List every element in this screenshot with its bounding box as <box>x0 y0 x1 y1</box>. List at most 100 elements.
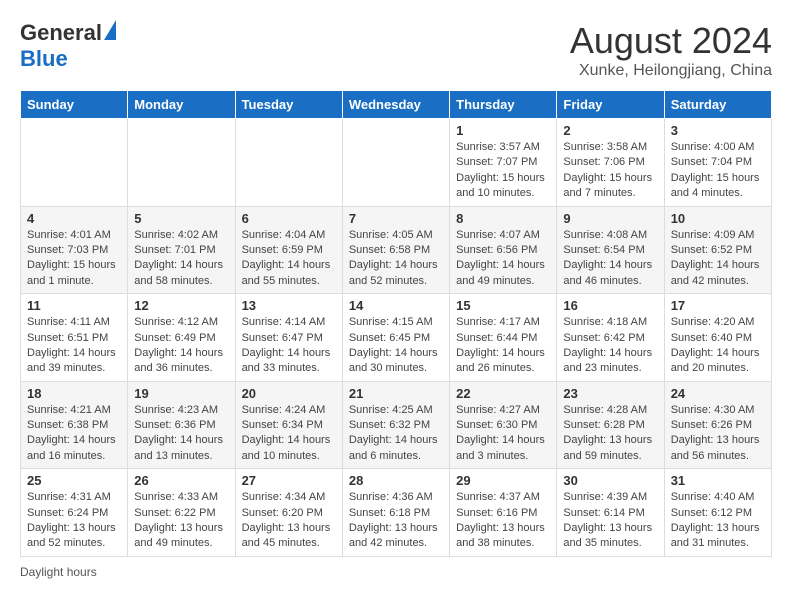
calendar-cell: 31 Sunrise: 4:40 AM Sunset: 6:12 PM Dayli… <box>664 469 771 557</box>
logo-blue-text: Blue <box>20 46 68 72</box>
day-header-wednesday: Wednesday <box>342 91 449 119</box>
calendar-cell: 22Sunrise: 4:27 AM Sunset: 6:30 PM Dayli… <box>450 381 557 469</box>
calendar-cell: 28Sunrise: 4:36 AM Sunset: 6:18 PM Dayli… <box>342 469 449 557</box>
day-number: 10 <box>671 211 765 226</box>
day-number: 4 <box>27 211 121 226</box>
day-number: 15 <box>456 298 550 313</box>
footer: Daylight hours <box>20 565 772 579</box>
day-info: Sunrise: 4:05 AM Sunset: 6:58 PM Dayligh… <box>349 228 443 290</box>
day-number: 16 <box>563 298 657 313</box>
day-info: Sunrise: 4:09 AM Sunset: 6:52 PM Dayligh… <box>671 228 765 290</box>
day-number: 2 <box>563 123 657 138</box>
day-number: 7 <box>349 211 443 226</box>
day-info: Sunrise: 4:11 AM Sunset: 6:51 PM Dayligh… <box>27 315 121 377</box>
calendar-week-row: 11 Sunrise: 4:11 AM Sunset: 6:51 PM Dayli… <box>21 294 772 382</box>
day-number: 1 <box>456 123 550 138</box>
day-number: 6 <box>242 211 336 226</box>
calendar-cell: 24 Sunrise: 4:30 AM Sunset: 6:26 PM Dayli… <box>664 381 771 469</box>
logo: General Blue <box>20 20 116 72</box>
day-header-tuesday: Tuesday <box>235 91 342 119</box>
day-info: Sunrise: 4:39 AM Sunset: 6:14 PM Dayligh… <box>563 490 657 552</box>
day-number: 18 <box>27 386 121 401</box>
day-number: 29 <box>456 473 550 488</box>
calendar-cell: 21 Sunrise: 4:25 AM Sunset: 6:32 PM Dayli… <box>342 381 449 469</box>
day-info: Sunrise: 4:21 AM Sunset: 6:38 PM Dayligh… <box>27 403 121 465</box>
calendar-cell: 26Sunrise: 4:33 AM Sunset: 6:22 PM Dayli… <box>128 469 235 557</box>
day-info: Sunrise: 4:17 AM Sunset: 6:44 PM Dayligh… <box>456 315 550 377</box>
day-info: Sunrise: 4:24 AM Sunset: 6:34 PM Dayligh… <box>242 403 336 465</box>
calendar-cell <box>235 119 342 207</box>
day-header-thursday: Thursday <box>450 91 557 119</box>
day-info: Sunrise: 4:40 AM Sunset: 6:12 PM Dayligh… <box>671 490 765 552</box>
calendar-week-row: 1 Sunrise: 3:57 AM Sunset: 7:07 PM Daylig… <box>21 119 772 207</box>
day-header-saturday: Saturday <box>664 91 771 119</box>
calendar-cell: 30 Sunrise: 4:39 AM Sunset: 6:14 PM Dayli… <box>557 469 664 557</box>
day-info: Sunrise: 3:58 AM Sunset: 7:06 PM Dayligh… <box>563 140 657 202</box>
day-info: Sunrise: 4:18 AM Sunset: 6:42 PM Dayligh… <box>563 315 657 377</box>
day-info: Sunrise: 4:04 AM Sunset: 6:59 PM Dayligh… <box>242 228 336 290</box>
calendar-cell: 23Sunrise: 4:28 AM Sunset: 6:28 PM Dayli… <box>557 381 664 469</box>
day-info: Sunrise: 4:00 AM Sunset: 7:04 PM Dayligh… <box>671 140 765 202</box>
calendar-cell: 19 Sunrise: 4:23 AM Sunset: 6:36 PM Dayli… <box>128 381 235 469</box>
day-info: Sunrise: 4:33 AM Sunset: 6:22 PM Dayligh… <box>134 490 228 552</box>
day-info: Sunrise: 4:14 AM Sunset: 6:47 PM Dayligh… <box>242 315 336 377</box>
day-info: Sunrise: 4:07 AM Sunset: 6:56 PM Dayligh… <box>456 228 550 290</box>
day-number: 9 <box>563 211 657 226</box>
calendar-cell: 8 Sunrise: 4:07 AM Sunset: 6:56 PM Daylig… <box>450 206 557 294</box>
page-header: General Blue August 2024 Xunke, Heilongj… <box>20 20 772 80</box>
day-number: 21 <box>349 386 443 401</box>
day-info: Sunrise: 4:30 AM Sunset: 6:26 PM Dayligh… <box>671 403 765 465</box>
day-number: 13 <box>242 298 336 313</box>
day-number: 25 <box>27 473 121 488</box>
calendar-cell: 10 Sunrise: 4:09 AM Sunset: 6:52 PM Dayli… <box>664 206 771 294</box>
month-title: August 2024 <box>570 20 772 62</box>
day-info: Sunrise: 4:25 AM Sunset: 6:32 PM Dayligh… <box>349 403 443 465</box>
day-number: 5 <box>134 211 228 226</box>
calendar-cell: 20Sunrise: 4:24 AM Sunset: 6:34 PM Dayli… <box>235 381 342 469</box>
calendar-cell: 25 Sunrise: 4:31 AM Sunset: 6:24 PM Dayli… <box>21 469 128 557</box>
day-number: 24 <box>671 386 765 401</box>
calendar-cell: 4 Sunrise: 4:01 AM Sunset: 7:03 PM Daylig… <box>21 206 128 294</box>
calendar-cell: 27Sunrise: 4:34 AM Sunset: 6:20 PM Dayli… <box>235 469 342 557</box>
day-info: Sunrise: 4:31 AM Sunset: 6:24 PM Dayligh… <box>27 490 121 552</box>
calendar-cell: 9 Sunrise: 4:08 AM Sunset: 6:54 PM Daylig… <box>557 206 664 294</box>
day-info: Sunrise: 4:37 AM Sunset: 6:16 PM Dayligh… <box>456 490 550 552</box>
logo-general-text: General <box>20 20 102 46</box>
calendar-cell: 3Sunrise: 4:00 AM Sunset: 7:04 PM Daylig… <box>664 119 771 207</box>
day-number: 30 <box>563 473 657 488</box>
day-number: 31 <box>671 473 765 488</box>
day-number: 14 <box>349 298 443 313</box>
calendar-header-row: SundayMondayTuesdayWednesdayThursdayFrid… <box>21 91 772 119</box>
day-header-monday: Monday <box>128 91 235 119</box>
day-info: Sunrise: 4:34 AM Sunset: 6:20 PM Dayligh… <box>242 490 336 552</box>
day-info: Sunrise: 4:12 AM Sunset: 6:49 PM Dayligh… <box>134 315 228 377</box>
title-section: August 2024 Xunke, Heilongjiang, China <box>570 20 772 80</box>
day-number: 19 <box>134 386 228 401</box>
day-info: Sunrise: 3:57 AM Sunset: 7:07 PM Dayligh… <box>456 140 550 202</box>
day-info: Sunrise: 4:27 AM Sunset: 6:30 PM Dayligh… <box>456 403 550 465</box>
calendar-cell: 1 Sunrise: 3:57 AM Sunset: 7:07 PM Daylig… <box>450 119 557 207</box>
calendar-cell: 6 Sunrise: 4:04 AM Sunset: 6:59 PM Daylig… <box>235 206 342 294</box>
calendar-cell: 14Sunrise: 4:15 AM Sunset: 6:45 PM Dayli… <box>342 294 449 382</box>
calendar-cell: 2 Sunrise: 3:58 AM Sunset: 7:06 PM Daylig… <box>557 119 664 207</box>
day-info: Sunrise: 4:01 AM Sunset: 7:03 PM Dayligh… <box>27 228 121 290</box>
calendar-cell: 16 Sunrise: 4:18 AM Sunset: 6:42 PM Dayli… <box>557 294 664 382</box>
day-number: 12 <box>134 298 228 313</box>
calendar-cell: 17 Sunrise: 4:20 AM Sunset: 6:40 PM Dayli… <box>664 294 771 382</box>
day-header-friday: Friday <box>557 91 664 119</box>
calendar-week-row: 25 Sunrise: 4:31 AM Sunset: 6:24 PM Dayli… <box>21 469 772 557</box>
day-number: 8 <box>456 211 550 226</box>
day-info: Sunrise: 4:23 AM Sunset: 6:36 PM Dayligh… <box>134 403 228 465</box>
day-number: 11 <box>27 298 121 313</box>
location-title: Xunke, Heilongjiang, China <box>570 62 772 80</box>
calendar-cell: 12 Sunrise: 4:12 AM Sunset: 6:49 PM Dayli… <box>128 294 235 382</box>
calendar-cell: 18 Sunrise: 4:21 AM Sunset: 6:38 PM Dayli… <box>21 381 128 469</box>
day-info: Sunrise: 4:20 AM Sunset: 6:40 PM Dayligh… <box>671 315 765 377</box>
calendar-cell: 15 Sunrise: 4:17 AM Sunset: 6:44 PM Dayli… <box>450 294 557 382</box>
logo-triangle-icon <box>104 20 116 40</box>
daylight-label: Daylight hours <box>20 565 97 579</box>
day-number: 17 <box>671 298 765 313</box>
day-info: Sunrise: 4:08 AM Sunset: 6:54 PM Dayligh… <box>563 228 657 290</box>
calendar-cell: 29 Sunrise: 4:37 AM Sunset: 6:16 PM Dayli… <box>450 469 557 557</box>
day-number: 23 <box>563 386 657 401</box>
